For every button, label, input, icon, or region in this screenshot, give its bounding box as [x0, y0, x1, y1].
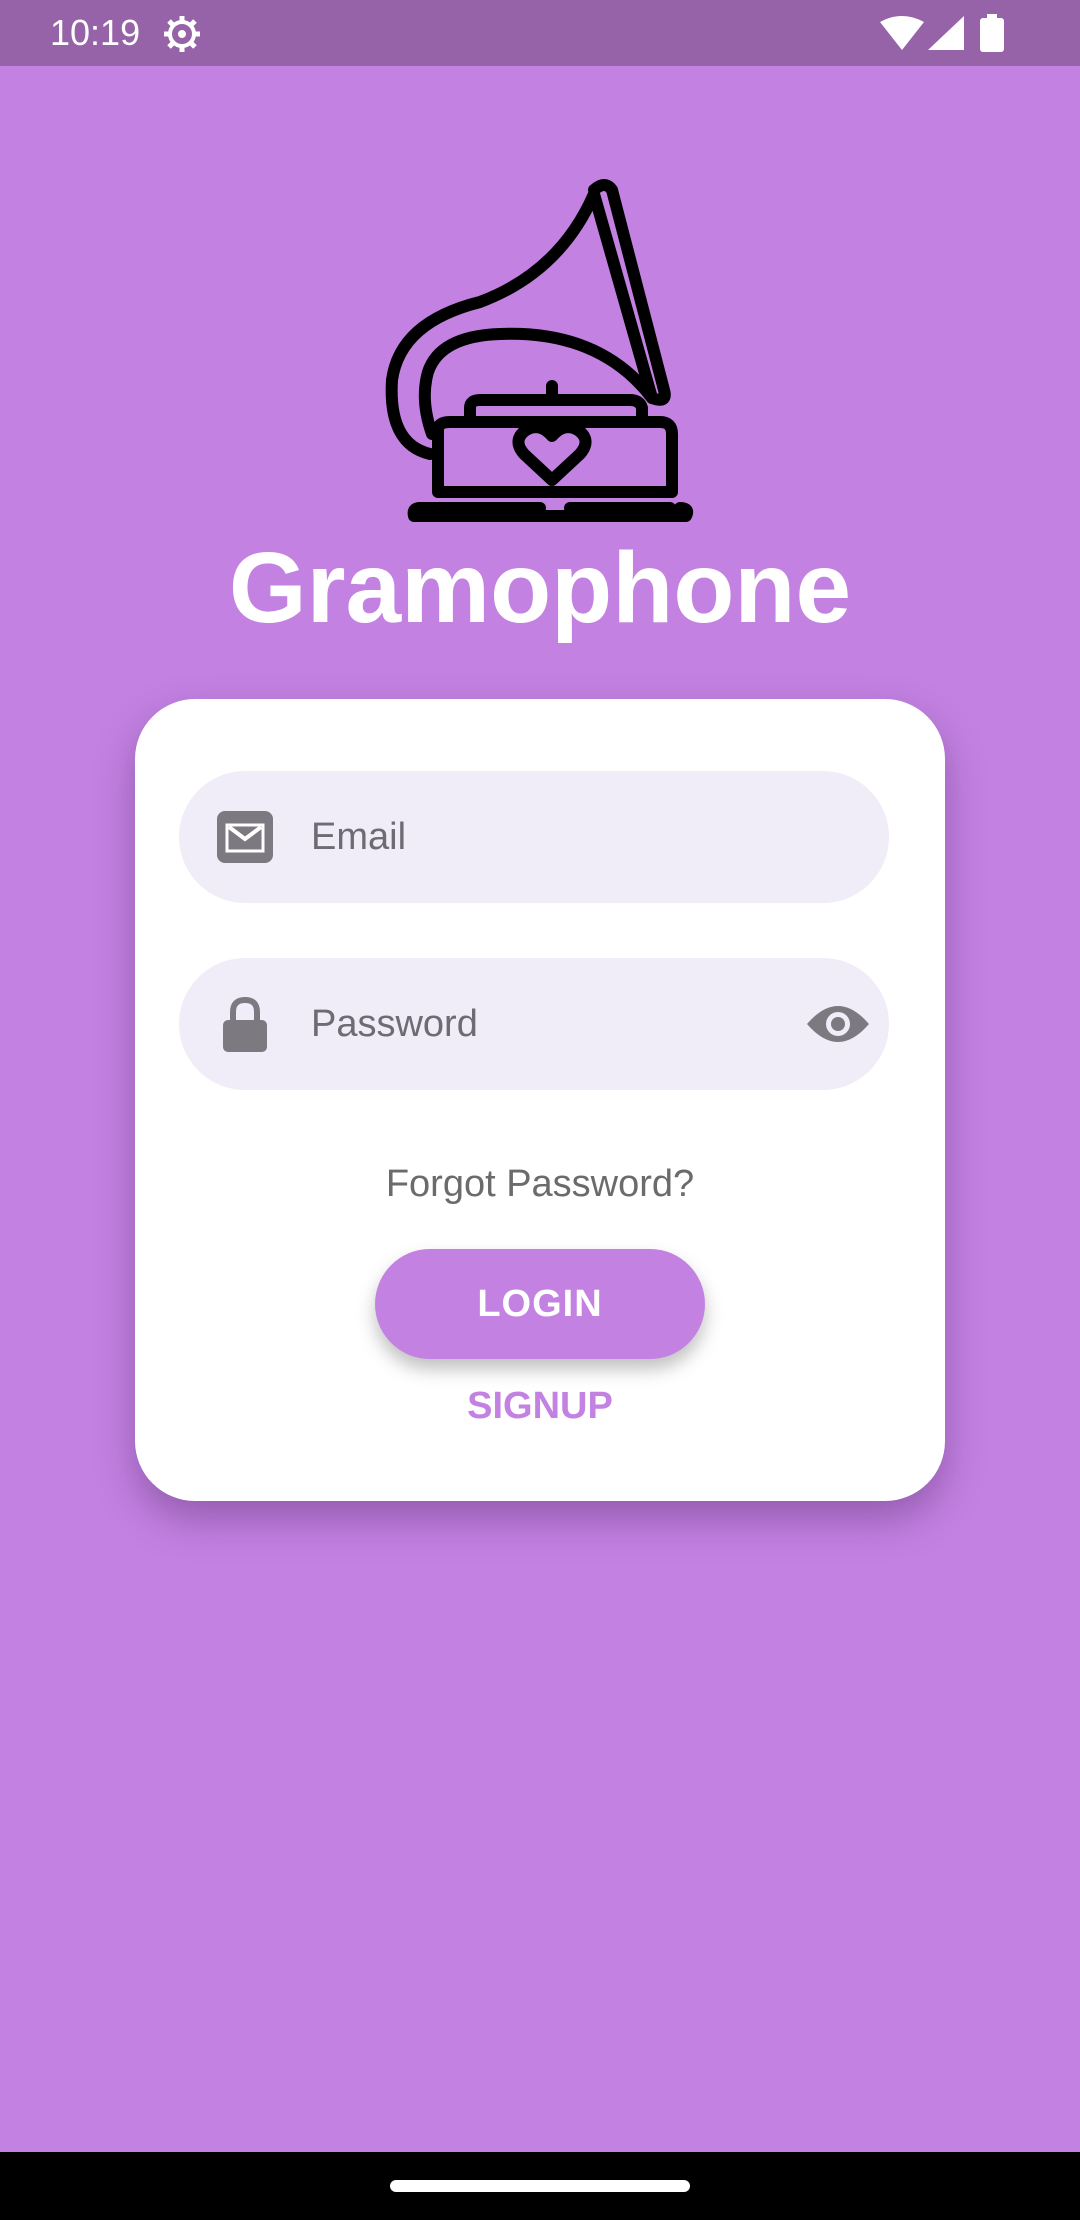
login-button[interactable]: LOGIN: [375, 1249, 705, 1359]
envelope-icon: [217, 811, 273, 863]
navigation-bar: [0, 2152, 1080, 2220]
home-indicator[interactable]: [390, 2180, 690, 2192]
password-field[interactable]: [179, 958, 889, 1090]
email-input[interactable]: [311, 771, 751, 903]
forgot-password-link[interactable]: Forgot Password?: [135, 1159, 945, 1209]
lock-icon: [223, 996, 267, 1052]
signup-button[interactable]: SIGNUP: [135, 1381, 945, 1431]
password-input[interactable]: [311, 958, 751, 1090]
email-field[interactable]: [179, 771, 889, 903]
status-time: 10:19: [50, 12, 141, 53]
app-title: Gramophone: [228, 532, 852, 644]
cell-signal-icon: [928, 16, 964, 50]
battery-icon: [980, 14, 1004, 52]
eye-icon[interactable]: [805, 996, 871, 1052]
wifi-icon: [880, 16, 924, 50]
gramophone-logo-icon: [385, 179, 694, 522]
login-card: Forgot Password? LOGIN SIGNUP: [135, 699, 945, 1501]
status-bar: 10:19: [0, 0, 1080, 66]
settings-gear-icon: [164, 16, 200, 52]
